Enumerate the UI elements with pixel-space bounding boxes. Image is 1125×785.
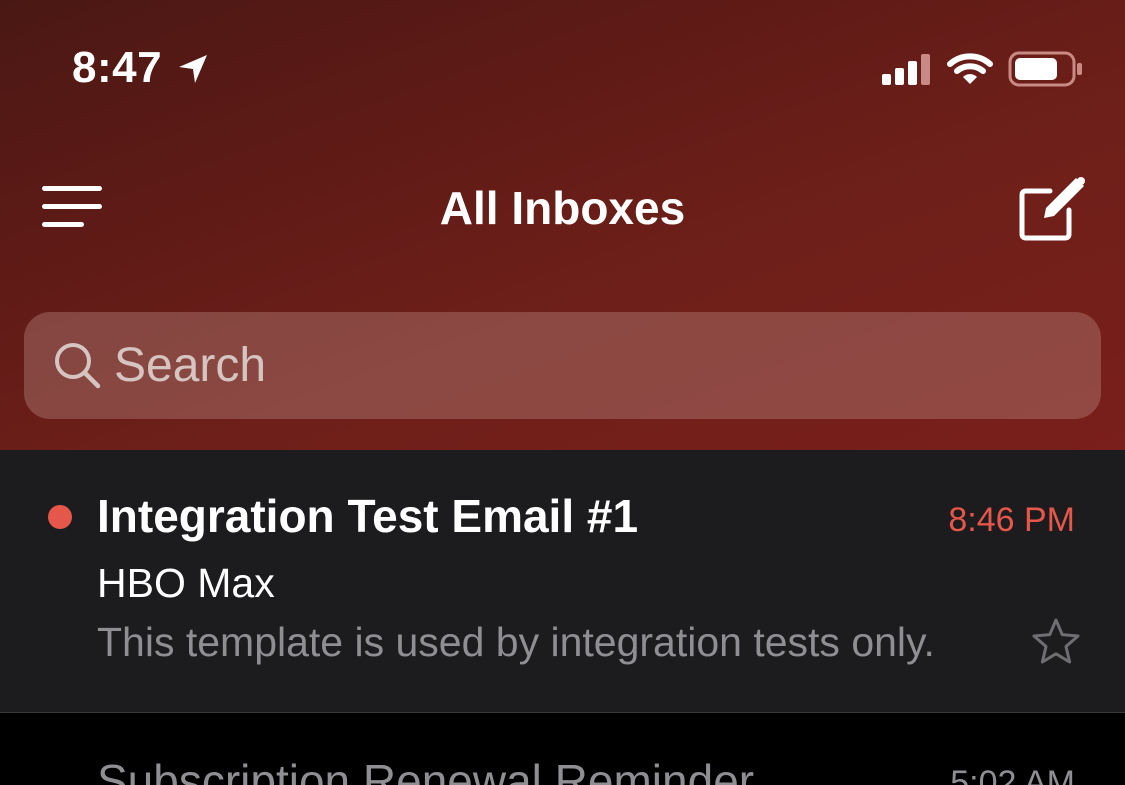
search-icon — [55, 343, 101, 389]
email-time: 5:02 AM — [950, 764, 1075, 785]
wifi-icon — [947, 53, 993, 84]
compose-icon[interactable] — [1016, 172, 1090, 244]
location-arrow-icon — [179, 55, 207, 83]
mail-screen: 8:47 All Inboxes Search Integration Test… — [0, 0, 1125, 785]
email-list-item[interactable]: Integration Test Email #1 8:46 PM HBO Ma… — [0, 450, 1125, 712]
unread-indicator — [48, 505, 72, 529]
email-subject: Subscription Renewal Reminder — [97, 755, 755, 785]
email-sender: HBO Max — [97, 560, 275, 606]
email-preview: This template is used by integration tes… — [97, 619, 935, 665]
email-list-item[interactable]: Subscription Renewal Reminder 5:02 AM — [0, 713, 1125, 785]
star-icon[interactable] — [1030, 616, 1082, 668]
header: 8:47 All Inboxes — [0, 0, 1125, 450]
cellular-signal-icon — [882, 54, 930, 85]
email-subject: Integration Test Email #1 — [97, 490, 639, 542]
page-title: All Inboxes — [439, 182, 686, 234]
search-bar[interactable] — [24, 312, 1101, 419]
battery-icon — [1008, 51, 1082, 87]
email-time: 8:46 PM — [948, 501, 1075, 539]
status-bar-time: 8:47 — [72, 43, 163, 92]
search-input[interactable] — [114, 312, 1074, 419]
